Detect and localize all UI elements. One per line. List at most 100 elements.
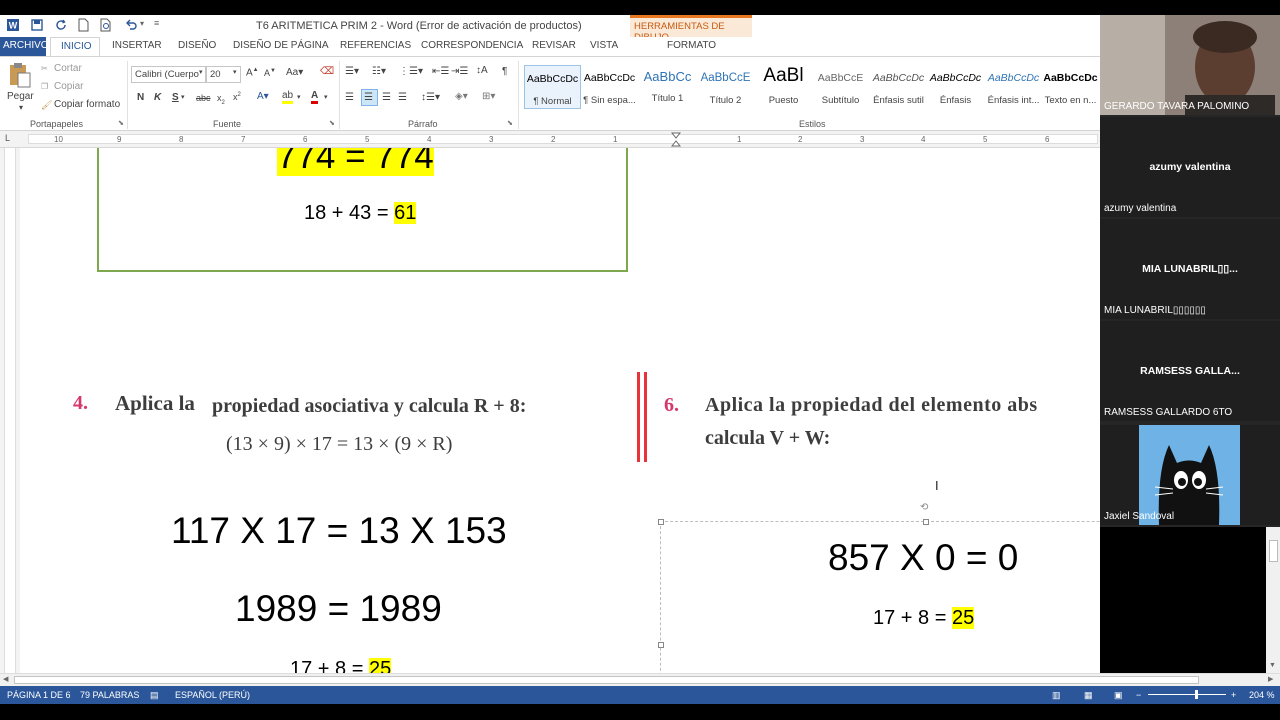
resize-handle[interactable] <box>923 519 929 525</box>
style-enfasis-intenso[interactable]: AaBbCcDc Énfasis int... <box>985 65 1042 109</box>
scroll-down-icon[interactable]: ▼ <box>1269 662 1276 669</box>
save-icon[interactable] <box>30 18 44 32</box>
format-painter-button[interactable]: Copiar formato <box>54 99 120 110</box>
participant-tile[interactable]: Jaxiel Sandoval <box>1100 425 1280 525</box>
change-case-icon[interactable]: Aa▾ <box>286 67 303 78</box>
scroll-left-icon[interactable]: ◀ <box>3 675 8 683</box>
font-launcher-icon[interactable]: ⬊ <box>329 119 335 127</box>
bullets-icon[interactable]: ☰▾ <box>345 66 359 77</box>
show-formatting-icon[interactable]: ¶ <box>502 66 507 77</box>
scroll-right-icon[interactable]: ▶ <box>1268 675 1273 683</box>
sort-icon[interactable]: ↕A <box>476 65 488 76</box>
paste-dropdown-icon[interactable]: ▾ <box>19 103 23 112</box>
paste-button[interactable]: Pegar <box>7 91 34 102</box>
print-layout-icon[interactable]: ▦ <box>1084 690 1093 701</box>
tab-diseno-pagina[interactable]: DISEÑO DE PÁGINA <box>233 40 329 51</box>
undo-dropdown-icon[interactable]: ▾ <box>140 19 144 28</box>
underline-icon[interactable]: S <box>172 92 179 103</box>
tab-insertar[interactable]: INSERTAR <box>112 40 162 51</box>
zoom-slider-thumb[interactable] <box>1195 690 1198 699</box>
paste-icon[interactable] <box>8 61 32 89</box>
zoom-level[interactable]: 204 % <box>1249 690 1275 700</box>
web-layout-icon[interactable]: ▣ <box>1114 690 1123 701</box>
font-color-icon[interactable]: A <box>311 91 319 104</box>
cut-button[interactable]: Cortar <box>54 63 82 74</box>
format-painter-icon[interactable]: 🖌 <box>41 100 52 111</box>
horizontal-scrollbar[interactable]: ◀ ▶ <box>0 673 1280 686</box>
tab-diseno[interactable]: DISEÑO <box>178 40 216 51</box>
tab-selector-icon[interactable]: L <box>5 133 10 143</box>
font-size-dropdown-icon[interactable]: ▾ <box>233 68 237 76</box>
page-count[interactable]: PÁGINA 1 DE 6 <box>7 690 71 700</box>
read-mode-icon[interactable]: ▥ <box>1052 690 1061 701</box>
style-enfasis-sutil[interactable]: AaBbCcDc Énfasis sutil <box>870 65 927 109</box>
highlight-dropdown-icon[interactable]: ▾ <box>297 93 301 101</box>
vertical-scrollbar[interactable]: ▼ <box>1266 526 1280 673</box>
zoom-in-icon[interactable]: + <box>1231 690 1236 700</box>
style-titulo-2[interactable]: AaBbCcE Título 2 <box>697 65 754 109</box>
align-center-icon[interactable]: ☰ <box>361 89 378 106</box>
refresh-icon[interactable] <box>54 18 68 32</box>
tab-formato[interactable]: FORMATO <box>667 40 716 51</box>
shrink-font-icon[interactable]: A▼ <box>264 68 276 78</box>
word-count[interactable]: 79 PALABRAS <box>80 690 139 700</box>
tab-inicio[interactable]: INICIO <box>50 37 100 57</box>
style-enfasis[interactable]: AaBbCcDc Énfasis <box>927 65 984 109</box>
highlight-color-icon[interactable]: ab <box>282 91 294 104</box>
style-subtitulo[interactable]: AaBbCcE Subtítulo <box>812 65 869 109</box>
strikethrough-icon[interactable]: abc <box>196 93 211 103</box>
tab-archivo[interactable]: ARCHIVO <box>0 37 49 56</box>
language-indicator[interactable]: ESPAÑOL (PERÚ) <box>175 690 250 700</box>
participant-tile[interactable]: GERARDO TAVARA PALOMINO <box>1100 15 1280 115</box>
shading-icon[interactable]: ◈▾ <box>455 91 468 102</box>
tab-vista[interactable]: VISTA <box>590 40 618 51</box>
text-effects-icon[interactable]: A▾ <box>257 91 269 102</box>
proofing-icon[interactable]: ▤ <box>150 690 159 701</box>
underline-dropdown-icon[interactable]: ▾ <box>181 93 185 101</box>
bold-icon[interactable]: N <box>137 92 144 103</box>
selected-text-box[interactable]: ⟲ 857 X 0 = 0 17 + 8 = 25 <box>658 502 1100 673</box>
resize-handle[interactable] <box>658 519 664 525</box>
numbering-icon[interactable]: ☷▾ <box>372 66 386 77</box>
justify-icon[interactable]: ☰ <box>398 92 407 103</box>
cut-icon[interactable]: ✂ <box>41 64 48 73</box>
style-sin-espaciado[interactable]: AaBbCcDc ¶ Sin espa... <box>581 65 638 109</box>
tab-correspondencia[interactable]: CORRESPONDENCIA <box>421 40 523 51</box>
tab-revisar[interactable]: REVISAR <box>532 40 576 51</box>
clear-formatting-icon[interactable]: ⌫ <box>320 66 334 77</box>
align-left-icon[interactable]: ☰ <box>345 92 354 103</box>
clipboard-launcher-icon[interactable]: ⬊ <box>118 119 124 127</box>
style-texto-negrita[interactable]: AaBbCcDc Texto en n... <box>1042 65 1099 109</box>
customize-toolbar-icon[interactable]: ≡ <box>154 18 159 28</box>
multilevel-list-icon[interactable]: ⋮☰▾ <box>399 66 423 77</box>
font-name-dropdown-icon[interactable]: ▾ <box>199 68 203 76</box>
vertical-scrollbar-thumb[interactable] <box>1269 540 1278 562</box>
indent-marker-icon[interactable] <box>671 132 681 147</box>
grow-font-icon[interactable]: A▲ <box>246 67 259 78</box>
resize-handle[interactable] <box>658 642 664 648</box>
rotate-handle-icon[interactable]: ⟲ <box>920 502 928 513</box>
undo-icon[interactable] <box>124 18 138 32</box>
horizontal-scrollbar-thumb[interactable] <box>14 676 1199 684</box>
zoom-slider[interactable] <box>1148 694 1226 695</box>
document-canvas[interactable]: 774 = 774 18 + 43 = 61 4. Aplica la prop… <box>20 148 1100 673</box>
paragraph-launcher-icon[interactable]: ⬊ <box>507 119 513 127</box>
participant-tile[interactable]: RAMSESS GALLA... RAMSESS GALLARDO 6TO <box>1100 321 1280 421</box>
participant-tile[interactable]: azumy valentina azumy valentina <box>1100 117 1280 217</box>
subscript-icon[interactable]: x2 <box>217 93 225 106</box>
font-name-combo[interactable]: Calibri (Cuerpo <box>131 66 206 83</box>
new-document-icon[interactable] <box>76 18 90 32</box>
font-color-dropdown-icon[interactable]: ▾ <box>324 93 328 101</box>
print-preview-icon[interactable] <box>98 18 112 32</box>
italic-icon[interactable]: K <box>154 92 161 103</box>
increase-indent-icon[interactable]: ⇥☰ <box>451 66 468 77</box>
copy-icon[interactable]: ❐ <box>41 82 48 91</box>
line-spacing-icon[interactable]: ↕☰▾ <box>421 92 440 103</box>
align-right-icon[interactable]: ☰ <box>382 92 391 103</box>
borders-icon[interactable]: ⊞▾ <box>482 91 495 102</box>
tab-referencias[interactable]: REFERENCIAS <box>340 40 411 51</box>
style-puesto[interactable]: AaBl Puesto <box>755 65 812 109</box>
style-normal[interactable]: AaBbCcDc ¶ Normal <box>524 65 581 109</box>
superscript-icon[interactable]: x2 <box>233 92 241 102</box>
style-titulo-1[interactable]: AaBbCc Título 1 <box>639 65 696 109</box>
